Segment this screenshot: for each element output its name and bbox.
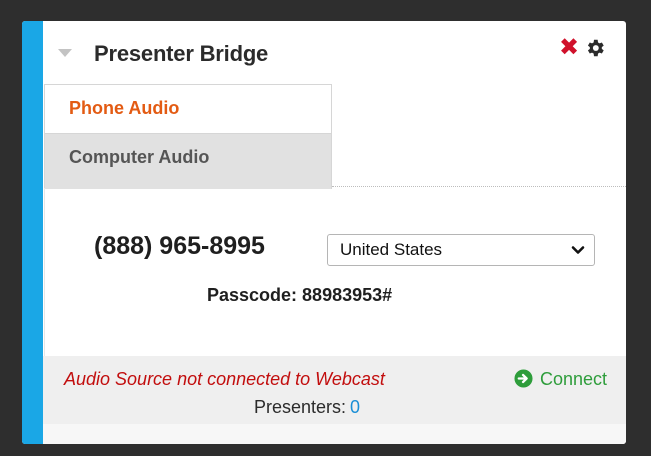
tab-phone-audio[interactable]: Phone Audio xyxy=(44,84,332,133)
tab-label: Phone Audio xyxy=(69,98,180,118)
content-border xyxy=(44,188,45,356)
presenters-count[interactable]: 0 xyxy=(350,397,360,417)
connect-button[interactable]: Connect xyxy=(514,369,607,390)
accent-bar xyxy=(22,21,43,444)
passcode: Passcode: 88983953# xyxy=(207,285,392,306)
presenter-bridge-panel: Presenter Bridge ✖ Phone Audio Computer … xyxy=(22,21,626,444)
panel-bottom xyxy=(43,424,626,444)
passcode-value: 88983953# xyxy=(302,285,393,305)
country-select[interactable]: United States xyxy=(327,234,595,266)
connect-label: Connect xyxy=(540,369,608,389)
presenters-label: Presenters: xyxy=(254,397,347,417)
tab-divider xyxy=(332,186,626,187)
chevron-down-icon xyxy=(571,246,585,254)
phone-number: (888) 965-8995 xyxy=(94,232,265,260)
arrow-circle-right-icon xyxy=(514,369,533,388)
country-select-value: United States xyxy=(340,240,443,259)
passcode-label: Passcode: xyxy=(207,285,298,305)
presenters-info: Presenters: 0 xyxy=(254,397,360,418)
tab-label: Computer Audio xyxy=(69,147,210,167)
collapse-caret-icon[interactable] xyxy=(58,49,72,57)
panel-header: Presenter Bridge ✖ xyxy=(43,21,626,77)
close-icon[interactable]: ✖ xyxy=(558,36,580,60)
gear-icon[interactable] xyxy=(584,37,606,59)
status-text: Audio Source not connected to Webcast xyxy=(64,369,385,389)
panel-title: Presenter Bridge xyxy=(94,41,269,66)
status-bar: Audio Source not connected to Webcast Co… xyxy=(43,356,626,424)
tab-computer-audio[interactable]: Computer Audio xyxy=(44,133,332,189)
